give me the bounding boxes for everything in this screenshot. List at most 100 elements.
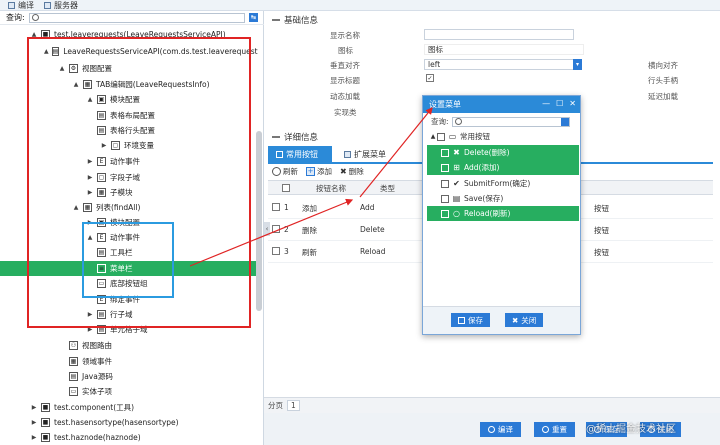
tree-node[interactable]: ▤ 工具栏 [0,245,258,260]
refresh-button[interactable]: 刷新 [272,166,298,177]
display-name-field[interactable] [424,29,574,40]
menu-item-checkbox[interactable] [441,148,449,157]
icon-field[interactable]: 图标 [424,44,584,55]
show-title-checkbox[interactable]: ✓ [426,74,434,82]
dialog-search-button[interactable] [560,117,569,126]
tree-node[interactable]: ▲ ▣ 模块配置 [0,92,258,107]
collapse-arrow-icon[interactable]: ▶ [30,419,38,426]
tree-node[interactable]: ▶ E 动作事件 [0,154,258,169]
tree-node-icon: ▭ [97,279,106,288]
select-all-checkbox[interactable] [282,184,290,192]
menu-item-checkbox[interactable] [441,209,449,218]
tree-node[interactable]: ≡ 菜单栏 [0,261,258,276]
collapse-arrow-icon[interactable]: ▶ [86,158,94,165]
menu-item-label: SubmitForm(确定) [464,179,531,188]
dialog-search-input[interactable] [451,116,570,127]
row-checkbox[interactable] [272,203,280,211]
collapse-arrow-icon[interactable]: ▶ [86,219,94,226]
tree-node[interactable]: ▲ ▦ TAB编辑园(LeaveRequestsInfo) [0,77,258,92]
dialog-menu-item[interactable]: ▲ ▭ 常用按钮 [427,129,579,144]
minimize-icon[interactable]: — [542,99,550,108]
tree-node[interactable]: ▶ ▣ 模块配置 [0,215,258,230]
menu-item-checkbox[interactable] [441,163,449,172]
dialog-menu-item[interactable]: ✔ SubmitForm(确定) [427,176,579,191]
tree-node[interactable]: ▲ ■ test.leaverequests(LeaveRequestsServic… [0,27,258,42]
column-header-name[interactable]: 按钮名称 [316,183,346,194]
tree-node[interactable]: ▶ ▢ 字段子域 [0,170,258,185]
tree-node[interactable]: ▦ 领域事件 [0,354,258,369]
tree-node[interactable]: ▶ ■ test.component(工具) [0,400,258,415]
tree-node[interactable]: ⚇ 视图路由 [0,338,258,353]
tree-node[interactable]: ▶ ■ test.haznode(haznode) [0,430,258,445]
expand-arrow-icon[interactable]: ▲ [72,81,80,88]
tab-common-buttons[interactable]: 常用按钮 [268,146,332,162]
reset-icon [542,426,549,433]
tree-search-row: 查询: ↹ [0,11,264,25]
collapse-arrow-icon[interactable]: ▶ [100,142,108,149]
basic-info-section-title: 基础信息 [272,14,318,26]
server-menu-button[interactable]: 服务器 [44,0,78,11]
expand-arrow-icon[interactable]: ▲ [30,31,38,38]
tree-search-button[interactable]: ↹ [248,13,258,22]
row-button-name: 删除 [302,226,317,235]
tree-node[interactable]: ▲ ▤ LeaveRequestsServiceAPI(com.ds.test.le… [0,44,258,59]
dialog-menu-item[interactable]: ▤ Save(保存) [427,191,579,206]
tree-node[interactable]: ▲ ⚙ 视图配置 [0,61,258,76]
collapse-arrow-icon[interactable]: ▶ [86,174,94,181]
dialog-menu-item[interactable]: ⊞ Add(添加) [427,160,579,175]
tree-node[interactable]: ▶ ▦ 子模块 [0,185,258,200]
tree-node[interactable]: ▭ 实体子项 [0,384,258,399]
collapse-arrow-icon[interactable]: ▶ [30,404,38,411]
reset-button[interactable]: 重置 [534,422,575,437]
expand-arrow-icon[interactable]: ▲ [72,204,80,211]
menu-item-checkbox[interactable] [441,194,449,203]
dialog-title-bar[interactable]: 设置菜单 — ☐ ✕ [423,96,580,113]
tree-node[interactable]: ▤ 表格布局配置 [0,108,258,123]
menu-settings-dialog: 设置菜单 — ☐ ✕ 查询: ▲ ▭ 常用按钮 ✖ Delete(删除) ⊞ Add(添加)… [422,95,581,335]
row-checkbox[interactable] [272,225,280,233]
tree-node[interactable]: ▤ 表格行头配置 [0,123,258,138]
row-checkbox[interactable] [272,247,280,255]
delete-button[interactable]: ✖ 删除 [340,166,364,177]
add-button[interactable]: + 添加 [306,166,332,177]
tree-node[interactable]: ▶ ▤ 单元格子域 [0,322,258,337]
page-number[interactable]: 1 [287,400,300,411]
column-header-type[interactable]: 类型 [380,183,395,194]
expand-arrow-icon[interactable]: ▲ [86,96,94,103]
expand-arrow-icon[interactable]: ▲ [86,234,94,241]
tree-node-icon: ▤ [97,111,106,120]
chevron-down-icon[interactable]: ▾ [573,59,582,70]
expand-arrow-icon[interactable]: ▲ [429,133,437,140]
tree-node[interactable]: ▲ E 动作事件 [0,230,258,245]
tree-node[interactable]: ▶ ▤ 行子域 [0,307,258,322]
tree-node[interactable]: E 绑定事件 [0,292,258,307]
menu-item-checkbox[interactable] [437,132,445,141]
dialog-menu-item[interactable]: ○ Reload(刷新) [427,206,579,221]
tree-node[interactable]: ▭ 底部按钮组 [0,276,258,291]
collapse-arrow-icon[interactable]: ▶ [86,326,94,333]
collapse-arrow-icon[interactable]: ▶ [86,311,94,318]
vertical-align-select[interactable]: left [424,59,574,70]
maximize-icon[interactable]: ☐ [556,99,563,108]
expand-arrow-icon[interactable]: ▲ [58,65,66,72]
row-button-name: 添加 [302,204,317,213]
collapse-arrow-icon[interactable]: ▶ [86,189,94,196]
compile-menu-button[interactable]: 编译 [8,0,34,11]
tree-scrollbar[interactable] [256,131,262,311]
expand-arrow-icon[interactable]: ▲ [44,48,49,55]
tree-node[interactable]: ▲ ▦ 列表(findAll) [0,200,258,215]
tree-search-input[interactable] [28,12,245,23]
dialog-menu-item[interactable]: ✖ Delete(删除) [427,145,579,160]
tree-node[interactable]: ▤ Java源码 [0,369,258,384]
tree-node[interactable]: ▶ ▢ 环境变量 [0,138,258,153]
tab-extended-menu[interactable]: 扩展菜单 [344,146,386,162]
menu-item-checkbox[interactable] [441,179,449,188]
tree-node-icon: ▦ [97,188,106,197]
compile-button[interactable]: 编译 [480,422,521,437]
collapse-arrow-icon[interactable]: ▶ [30,434,38,441]
tree-node[interactable]: ▶ ■ test.hasensortype(hasensortype) [0,415,258,430]
dialog-save-button[interactable]: 保存 [451,313,490,327]
button-tab-icon [276,150,283,158]
close-icon[interactable]: ✕ [569,99,576,108]
dialog-close-button[interactable]: ✖ 关闭 [505,313,544,327]
